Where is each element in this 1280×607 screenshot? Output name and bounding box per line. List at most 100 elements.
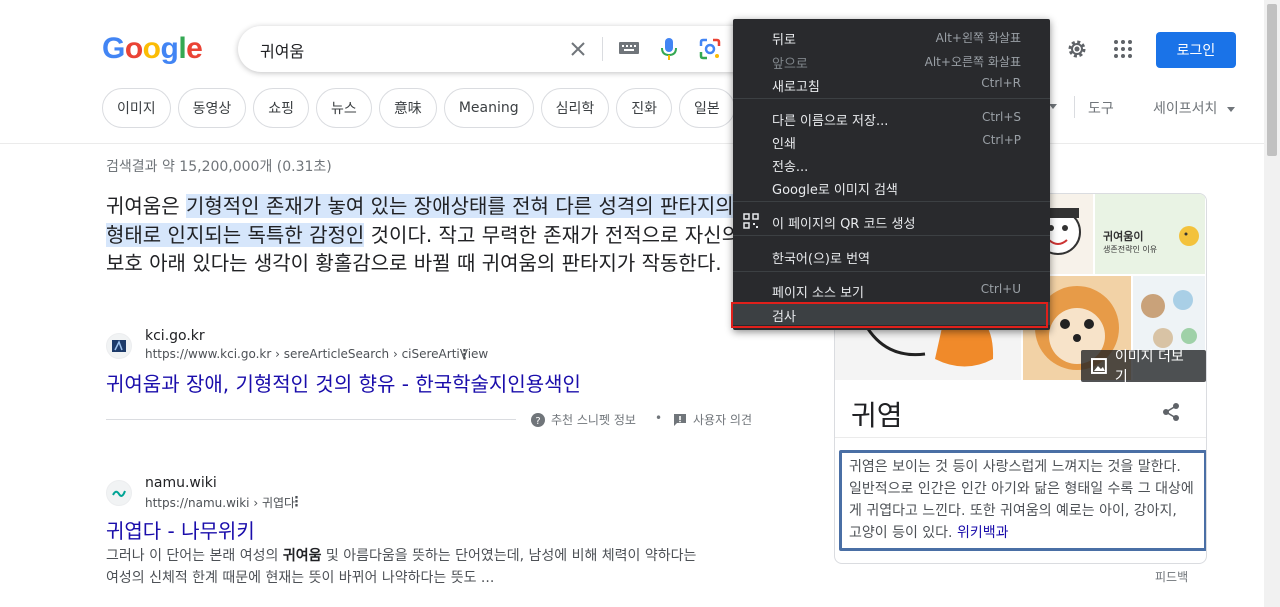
result-site-url[interactable]: https://www.kci.go.kr › sereArticleSearc… (145, 347, 488, 361)
kci-favicon (106, 333, 132, 359)
image-text-sub: 생존전략인 이유 (1103, 245, 1158, 254)
result-title-link[interactable]: 귀엽다 - 나무위키 (106, 515, 255, 544)
menu-item-label: 이 페이지의 QR 코드 생성 (772, 217, 916, 232)
google-logo[interactable]: Google (102, 32, 203, 66)
share-icon[interactable] (1162, 402, 1180, 426)
menu-item-translate[interactable]: 한국어(으)로 번역 (733, 244, 1050, 267)
menu-item-label: 앞으로 (772, 57, 808, 72)
result-stats: 검색결과 약 15,200,000개 (0.31초) (106, 159, 332, 175)
menu-item-forward[interactable]: 앞으로 Alt+오른쪽 화살표 (733, 49, 1050, 72)
feedback-label: 사용자 의견 (693, 413, 753, 427)
menu-separator (733, 271, 1050, 272)
search-input[interactable]: 귀여움 (260, 38, 304, 62)
menu-separator (733, 201, 1050, 202)
more-images-button[interactable]: 이미지 더보기 (1081, 349, 1206, 385)
panel-divider (835, 437, 1206, 438)
menu-item-back[interactable]: 뒤로 Alt+왼쪽 화살표 (733, 25, 1050, 48)
chip-images[interactable]: 이미지 (102, 88, 171, 128)
chevron-down-icon (1049, 104, 1057, 109)
toolbar-divider (1074, 96, 1075, 118)
panel-feedback-link[interactable]: 피드백 (1155, 568, 1188, 585)
chip-meaning[interactable]: Meaning (443, 88, 534, 128)
feedback-link[interactable]: 사용자 의견 (673, 411, 752, 428)
chip-shopping[interactable]: 쇼핑 (253, 88, 310, 128)
chip-psychology[interactable]: 심리학 (540, 88, 610, 128)
menu-item-label: 전송... (772, 160, 809, 175)
menu-separator (733, 98, 1050, 99)
menu-item-label: Google로 이미지 검색 (772, 183, 898, 198)
panel-image-article[interactable]: 귀여움이 생존전략인 이유 (1095, 194, 1205, 274)
featured-snippet: 귀여움은 기형적인 존재가 놓여 있는 장애상태를 전혀 다른 성격의 판타지의… (106, 192, 746, 278)
chip-evolution[interactable]: 진화 (616, 88, 673, 128)
result-site-name[interactable]: kci.go.kr (145, 328, 205, 344)
about-snippet-label: 추천 스니펫 정보 (551, 413, 636, 427)
result-site-name[interactable]: namu.wiki (145, 475, 217, 491)
header-divider (0, 143, 1264, 144)
about-snippet-link[interactable]: ? 추천 스니펫 정보 (531, 411, 636, 428)
chip-videos[interactable]: 동영상 (177, 88, 247, 128)
tools-button[interactable]: 도구 (1088, 98, 1114, 118)
menu-item-cast[interactable]: 전송... (733, 152, 1050, 175)
menu-item-reload[interactable]: 새로고침 Ctrl+R (733, 72, 1050, 95)
snippet-divider (106, 419, 516, 420)
search-divider (602, 37, 603, 61)
menu-item-label: 인쇄 (772, 137, 796, 152)
desc-text-1: 그러나 이 단어는 본래 여성의 (106, 548, 283, 564)
safesearch-button[interactable]: 세이프서치 (1153, 98, 1236, 118)
clear-icon[interactable] (568, 39, 588, 59)
image-text-headline: 귀여움이 (1103, 230, 1144, 243)
result-description: 그러나 이 단어는 본래 여성의 귀여움 및 아름다움을 뜻하는 단어였는데, … (106, 545, 706, 589)
menu-item-label: 뒤로 (772, 33, 796, 48)
keyboard-icon[interactable] (618, 41, 640, 55)
context-menu: 뒤로 Alt+왼쪽 화살표 앞으로 Alt+오른쪽 화살표 새로고침 Ctrl+R 다… (733, 19, 1050, 330)
menu-item-label: 한국어(으)로 번역 (772, 252, 870, 267)
microphone-icon[interactable] (660, 37, 678, 61)
panel-title: 귀염 (851, 399, 903, 432)
menu-item-view-source[interactable]: 페이지 소스 보기 Ctrl+U (733, 278, 1050, 301)
menu-item-shortcut: Ctrl+S (981, 110, 1021, 124)
namu-favicon (106, 480, 132, 506)
chip-japan[interactable]: 일본 (679, 88, 735, 128)
menu-item-label: 다른 이름으로 저장... (772, 114, 889, 129)
menu-item-shortcut: Ctrl+R (981, 76, 1021, 90)
more-options-icon[interactable]: · · · (462, 345, 467, 366)
settings-gear-icon[interactable] (1066, 38, 1088, 64)
result-title-link[interactable]: 귀여움과 장애, 기형적인 것의 향유 - 한국학술지인용색인 (106, 368, 581, 397)
chip-news[interactable]: 뉴스 (316, 88, 372, 128)
more-options-icon[interactable]: · · · (294, 492, 299, 513)
desc-bold: 귀여움 (282, 548, 322, 564)
snippet-text-start: 귀여움은 (106, 194, 186, 218)
inspect-highlight-box (731, 302, 1048, 328)
menu-item-qr-code[interactable]: 이 페이지의 QR 코드 생성 (733, 209, 1050, 232)
filter-chips: 이미지 동영상 쇼핑 뉴스 意味 Meaning 심리학 진화 일본 (102, 88, 735, 128)
wikipedia-link[interactable]: 위키백과 (957, 525, 1009, 541)
menu-item-save-as[interactable]: 다른 이름으로 저장... Ctrl+S (733, 106, 1050, 129)
feedback-icon (674, 413, 686, 426)
menu-item-shortcut: Alt+오른쪽 화살표 (924, 55, 1021, 69)
menu-item-print[interactable]: 인쇄 Ctrl+P (733, 129, 1050, 152)
feedback-separator-dot: • (655, 411, 663, 425)
scrollbar-thumb[interactable] (1267, 4, 1277, 156)
menu-item-search-image[interactable]: Google로 이미지 검색 (733, 175, 1050, 198)
more-images-label: 이미지 더보기 (1114, 349, 1184, 385)
result-site-url[interactable]: https://namu.wiki › 귀엽다 (145, 494, 295, 511)
menu-item-label: 페이지 소스 보기 (772, 286, 864, 301)
apps-grid-icon[interactable] (1113, 39, 1133, 63)
snippet-highlight-1: 기형적인 존재가 놓여 있는 장애상태를 전혀 다른 성격의 판타지 (185, 194, 716, 218)
menu-item-shortcut: Ctrl+U (980, 282, 1021, 296)
image-icon (1091, 358, 1107, 374)
panel-description: 귀염은 보이는 것 등이 사랑스럽게 느껴지는 것을 말한다. 일반적으로 인간… (849, 456, 1194, 544)
menu-item-shortcut: Alt+왼쪽 화살표 (935, 31, 1021, 45)
safesearch-label: 세이프서치 (1153, 101, 1218, 117)
menu-item-label: 새로고침 (772, 80, 820, 95)
google-lens-icon[interactable] (699, 38, 721, 60)
login-button[interactable]: 로그인 (1156, 32, 1236, 68)
search-box[interactable]: 귀여움 (238, 26, 758, 72)
chevron-down-icon (1227, 106, 1236, 112)
help-icon: ? (531, 412, 545, 427)
panel-description-text: 귀염은 보이는 것 등이 사랑스럽게 느껴지는 것을 말한다. 일반적으로 인간… (849, 459, 1194, 541)
menu-item-shortcut: Ctrl+P (982, 133, 1021, 147)
svg-text:?: ? (535, 416, 540, 427)
chip-meaning-jp[interactable]: 意味 (378, 88, 437, 128)
menu-separator (733, 235, 1050, 236)
